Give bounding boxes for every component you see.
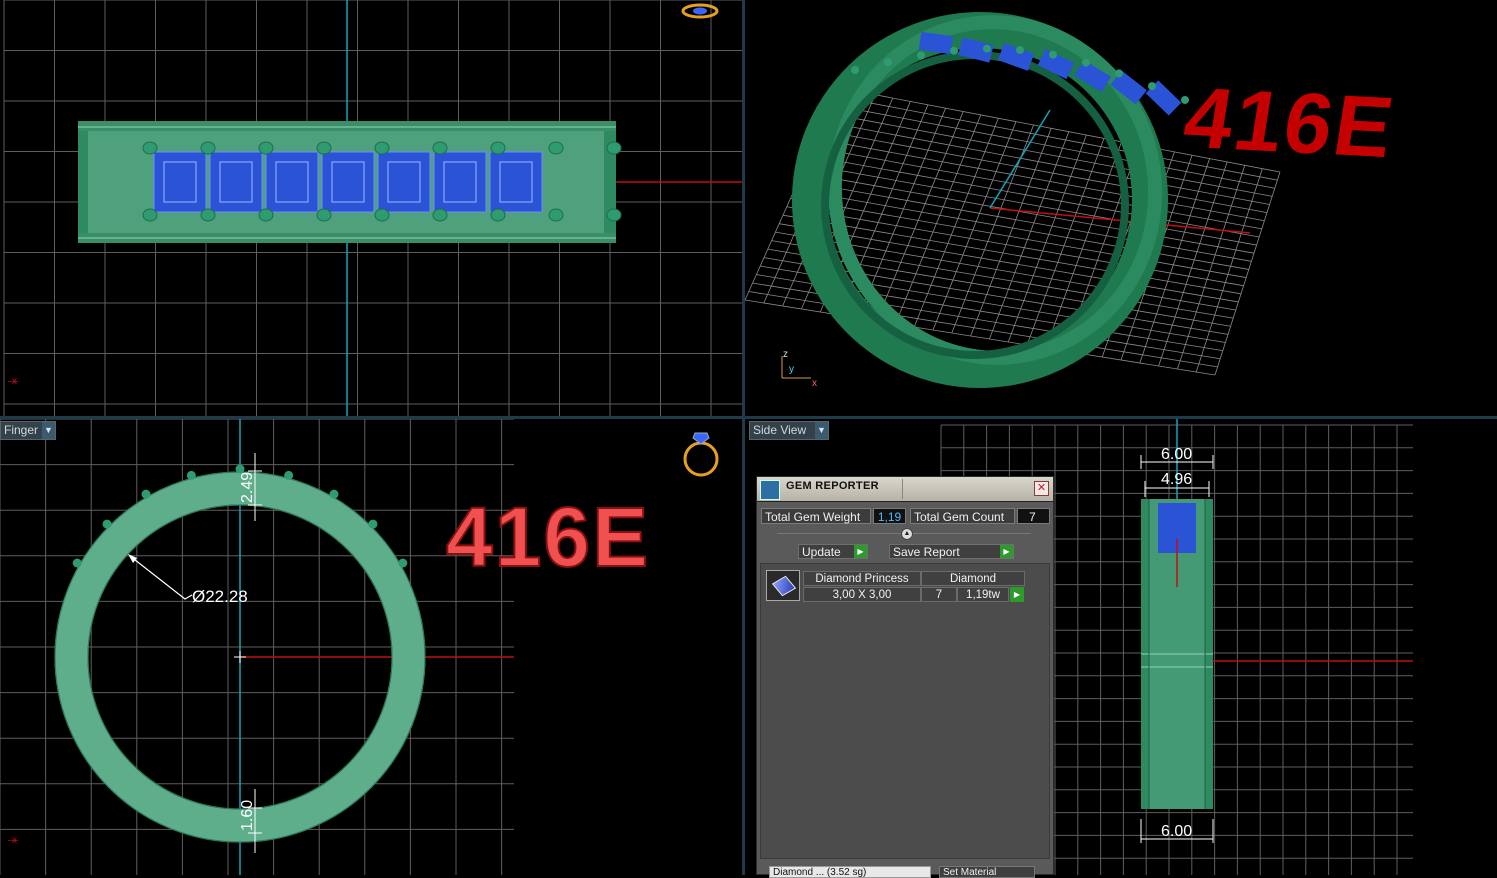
total-count-label: Total Gem Count: [910, 508, 1015, 524]
gem-weight: 1,19tw: [957, 587, 1009, 602]
viewport-front[interactable]: — x: [0, 0, 742, 416]
stamp-416e-top: 416E: [1177, 69, 1402, 177]
gem-list: Diamond Princess Diamond 3,00 X 3,00 7 1…: [760, 563, 1050, 859]
viewport-label-finger[interactable]: Finger ▼: [0, 421, 56, 440]
width-top-dimension: 6.00: [1161, 446, 1192, 463]
gem-reporter-titlebar[interactable]: GEM REPORTER ✕: [757, 477, 1053, 502]
ring-icon: [681, 3, 719, 19]
save-report-button[interactable]: Save Report ▶: [889, 544, 1014, 559]
width-bottom-dimension: 6.00: [1161, 823, 1192, 840]
axis-x-label: x: [12, 376, 17, 387]
viewport-label-text: Side View: [753, 423, 807, 437]
total-weight-value: 1,19: [873, 508, 906, 524]
viewport-perspective[interactable]: z y x 416E: [745, 0, 1497, 416]
update-button[interactable]: Update ▶: [798, 544, 868, 559]
axis-x-label: x: [12, 835, 17, 846]
chevron-down-icon[interactable]: ▼: [815, 422, 828, 439]
stamp-416e-bottom: 416E: [445, 489, 651, 585]
gem-reporter-title: GEM REPORTER: [786, 480, 879, 492]
ring-icon: [683, 432, 719, 477]
diameter-dimension: Ø22.28: [192, 587, 248, 606]
play-icon: ▶: [854, 545, 867, 558]
close-icon[interactable]: ✕: [1034, 481, 1049, 496]
material-select[interactable]: Diamond ... (3.52 sg): [769, 866, 931, 878]
viewport-finger[interactable]: Ø22.28 2.49 1.60 — x Finger ▼ 416E: [0, 419, 742, 875]
viewport-divider-vertical[interactable]: [742, 0, 745, 875]
gem-size: 3,00 X 3,00: [803, 587, 921, 602]
princess-gem-icon: [766, 570, 800, 601]
total-count-value: 7: [1017, 508, 1050, 524]
viewport-divider-horizontal[interactable]: [0, 416, 1497, 419]
axis-z-label: z: [783, 349, 788, 360]
viewport-label-text: Finger: [4, 423, 39, 437]
set-material-button[interactable]: Set Material: [939, 866, 1035, 878]
gem-list-item[interactable]: Diamond Princess Diamond 3,00 X 3,00 7 1…: [766, 569, 1026, 603]
play-icon: ▶: [1000, 545, 1013, 558]
gem-width-dimension: 4.96: [1161, 471, 1192, 488]
gem-material: Diamond: [921, 571, 1025, 586]
axis-y-label: y: [789, 364, 794, 375]
axis-x-label: x: [812, 378, 817, 389]
collapse-handle-icon[interactable]: ▲: [901, 528, 913, 540]
axis-gizmo: z y x: [781, 349, 817, 389]
viewport-label-side[interactable]: Side View ▼: [749, 421, 829, 440]
gem-reporter-panel: GEM REPORTER ✕ Total Gem Weight 1,19 Tot…: [756, 476, 1054, 878]
gem-count: 7: [921, 587, 957, 602]
gem-shape: Diamond Princess: [803, 571, 921, 586]
gem-detail-button[interactable]: ▶: [1010, 587, 1024, 602]
chevron-down-icon[interactable]: ▼: [42, 422, 55, 439]
bottom-thickness-dimension: 1.60: [239, 800, 256, 831]
gem-reporter-logo-icon: [760, 480, 780, 500]
top-thickness-dimension: 2.49: [239, 472, 256, 503]
total-weight-label: Total Gem Weight: [761, 508, 871, 524]
